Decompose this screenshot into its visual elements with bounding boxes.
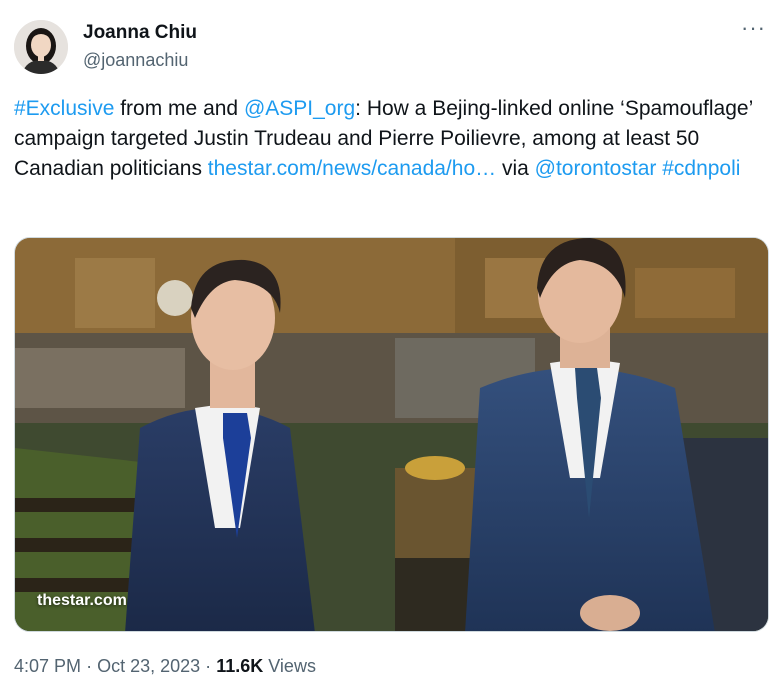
hashtag-cdnpoli[interactable]: #cdnpoli xyxy=(662,157,740,180)
tweet-text-segment: from me and xyxy=(114,97,244,120)
author-name[interactable]: Joanna Chiu xyxy=(83,22,197,44)
more-icon[interactable]: ··· xyxy=(741,17,766,39)
author-handle[interactable]: @joannachiu xyxy=(83,50,188,71)
hashtag-exclusive[interactable]: #Exclusive xyxy=(14,97,114,120)
meta-separator: · xyxy=(86,656,93,676)
tweet-meta: 4:07 PM · Oct 23, 2023 · 11.6K Views xyxy=(14,656,316,677)
tweet-header: Joanna Chiu @joannachiu ··· xyxy=(14,17,768,78)
tweet-date[interactable]: Oct 23, 2023 xyxy=(97,656,200,676)
avatar-image xyxy=(14,20,68,74)
tweet-media-image[interactable]: thestar.com xyxy=(14,237,769,632)
article-link[interactable]: thestar.com/news/canada/ho… xyxy=(208,157,496,180)
mention-aspi[interactable]: @ASPI_org xyxy=(244,97,355,120)
mention-torontostar[interactable]: @torontostar xyxy=(535,157,657,180)
tweet-time[interactable]: 4:07 PM xyxy=(14,656,81,676)
photo-icon xyxy=(15,238,768,631)
tweet-body: #Exclusive from me and @ASPI_org: How a … xyxy=(14,94,770,184)
views-count[interactable]: 11.6K xyxy=(216,656,263,676)
meta-separator: · xyxy=(205,656,212,676)
views-label: Views xyxy=(268,656,316,676)
media-watermark: thestar.com xyxy=(37,592,127,609)
avatar[interactable] xyxy=(14,20,68,74)
tweet-text-segment: via xyxy=(496,157,535,180)
